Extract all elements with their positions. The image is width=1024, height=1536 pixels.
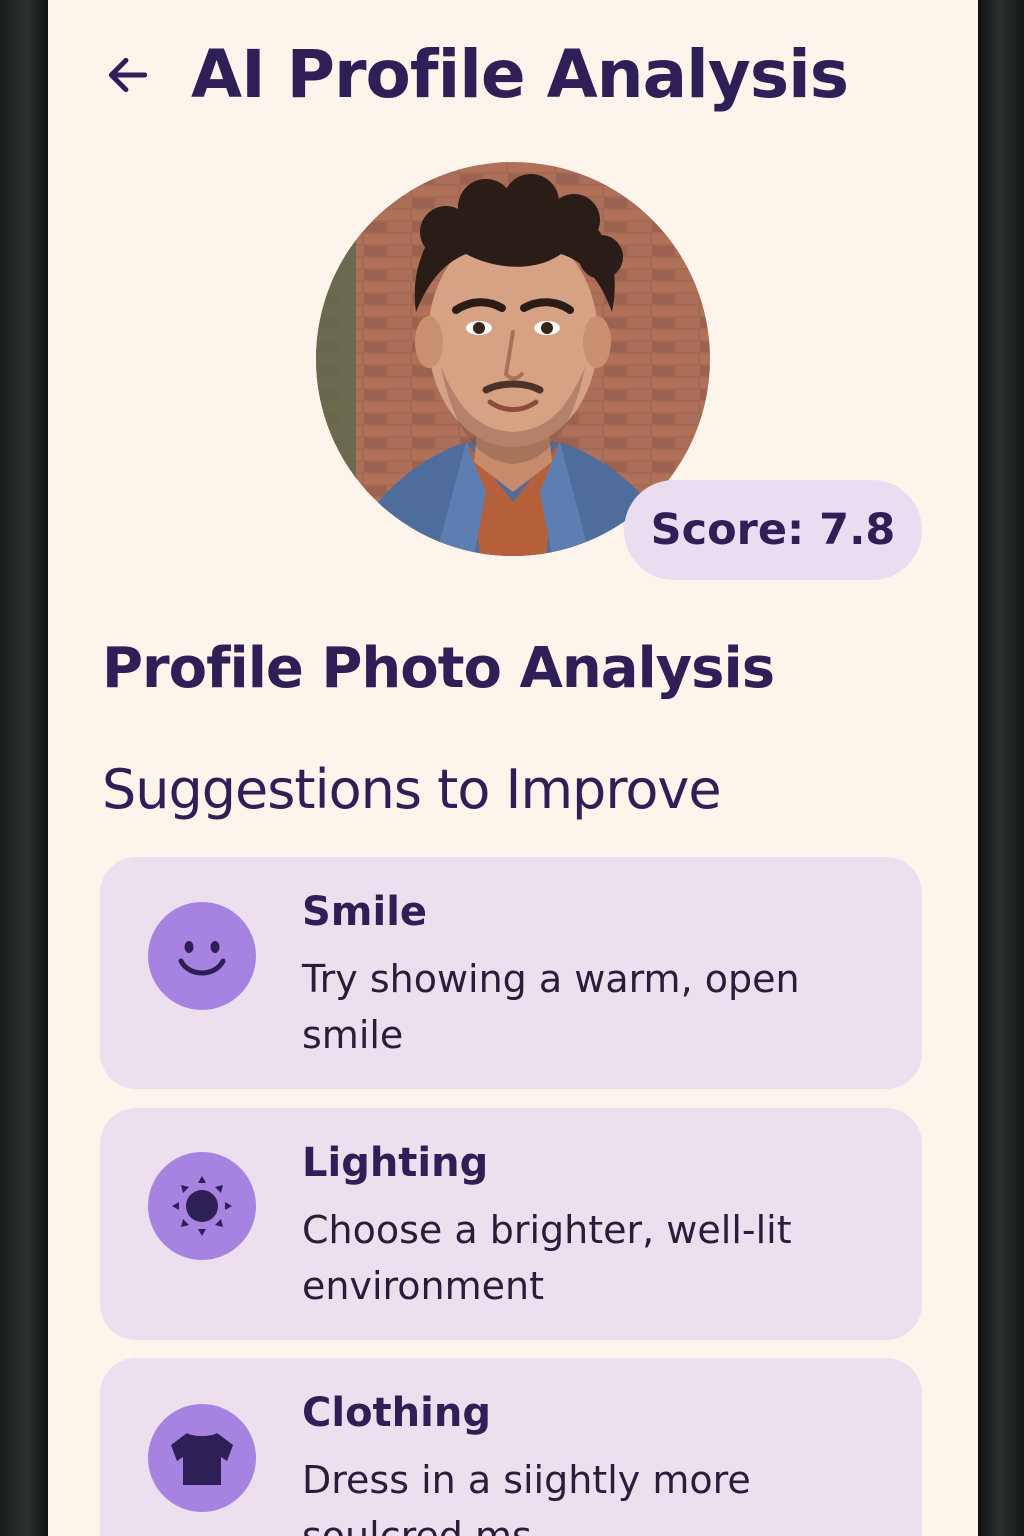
suggestion-description: Dress in a siightly more soulcred ms bbox=[302, 1458, 751, 1536]
suggestion-title: Clothing bbox=[302, 1390, 491, 1436]
suggestion-description: Try showing a warm, open smile bbox=[302, 957, 800, 1057]
device-bezel-left bbox=[0, 0, 48, 1536]
suggestion-title: Lighting bbox=[302, 1140, 489, 1186]
sun-icon-circle bbox=[148, 1152, 256, 1260]
smile-icon bbox=[178, 941, 226, 976]
suggestion-card-lighting[interactable]: Lighting Choose a brighter, well-lit env… bbox=[100, 1108, 922, 1340]
suggestion-card-clothing[interactable]: Clothing Dress in a siightly more soulcr… bbox=[100, 1358, 922, 1536]
shirt-icon bbox=[171, 1433, 233, 1485]
app-bar: AI Profile Analysis bbox=[48, 0, 978, 150]
suggestion-card-smile[interactable]: Smile Try showing a warm, open smile bbox=[100, 857, 922, 1089]
page-title: AI Profile Analysis bbox=[191, 36, 849, 113]
section-title: Profile Photo Analysis bbox=[102, 636, 775, 701]
device-bezel-right bbox=[978, 0, 1024, 1536]
back-button[interactable] bbox=[98, 45, 158, 105]
score-badge: Score: 7.8 bbox=[624, 480, 922, 580]
shirt-icon-circle bbox=[148, 1404, 256, 1512]
smile-icon-circle bbox=[148, 902, 256, 1010]
arrow-left-icon bbox=[108, 57, 148, 93]
app-screen: AI Profile Analysis Score: 7.8 Profile P… bbox=[48, 0, 978, 1536]
suggestion-description: Choose a brighter, well-lit environment bbox=[302, 1208, 792, 1308]
sun-icon bbox=[172, 1176, 232, 1236]
suggestion-title: Smile bbox=[302, 889, 428, 935]
suggestions-title: Suggestions to Improve bbox=[102, 758, 722, 821]
